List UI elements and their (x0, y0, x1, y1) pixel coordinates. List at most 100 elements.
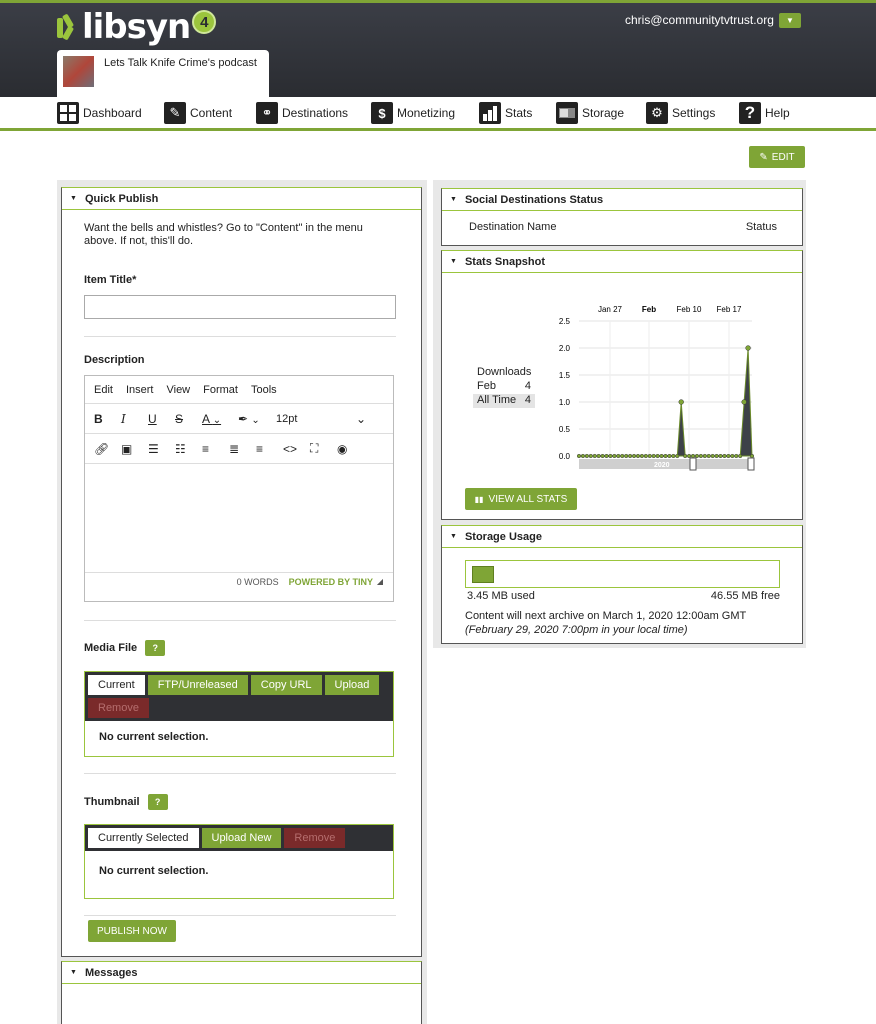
data-point[interactable] (675, 453, 680, 459)
media-tab-ftp-unreleased[interactable]: FTP/Unreleased (147, 675, 248, 695)
font-size-chevron-down-icon[interactable]: ⌄ (356, 412, 383, 426)
nav-settings[interactable]: ⚙ Settings (646, 102, 715, 124)
data-point[interactable] (749, 453, 755, 459)
data-point[interactable] (702, 453, 707, 459)
align-right-icon[interactable]: ≡ (256, 442, 283, 456)
thumb-tab-upload-new[interactable]: Upload New (201, 828, 282, 848)
nav-storage[interactable]: Storage (556, 102, 624, 124)
media-tab-copy-url[interactable]: Copy URL (250, 675, 322, 695)
libsyn-logo[interactable]: libsyn 4 (57, 9, 217, 45)
align-left-icon[interactable]: ≡ (202, 442, 229, 456)
data-point[interactable] (667, 453, 672, 459)
downloads-chart[interactable]: 2.5 2.0 1.5 1.0 0.5 0.0 Jan 27 Feb Feb 10 Feb 17… (552, 299, 762, 474)
data-point[interactable] (620, 453, 625, 459)
highlight-color-icon[interactable]: ✒ ⌄ (238, 412, 276, 426)
navigator-right-handle[interactable] (747, 457, 755, 471)
nav-content[interactable]: ✎ Content (164, 102, 232, 124)
data-point[interactable] (741, 399, 747, 405)
user-email[interactable]: chris@communitytvtrust.org (625, 13, 774, 27)
data-point[interactable] (722, 453, 727, 459)
data-point[interactable] (635, 453, 641, 459)
data-point[interactable] (651, 453, 656, 459)
text-color-icon[interactable]: A ⌄ (202, 412, 238, 426)
data-point[interactable] (683, 453, 688, 459)
data-point[interactable] (710, 453, 715, 459)
media-tab-current[interactable]: Current (88, 675, 145, 695)
italic-icon[interactable]: I (121, 412, 148, 426)
data-point[interactable] (659, 453, 664, 459)
media-help-button[interactable]: ? (145, 640, 166, 656)
menu-view[interactable]: View (166, 384, 190, 396)
data-point[interactable] (694, 453, 700, 459)
underline-icon[interactable]: U (148, 412, 175, 426)
resize-handle-icon[interactable]: ◢ (377, 577, 383, 586)
menu-format[interactable]: Format (203, 384, 238, 396)
media-tab-upload[interactable]: Upload (324, 675, 380, 695)
image-icon[interactable]: ▣ (121, 442, 148, 456)
data-point[interactable] (584, 453, 589, 459)
data-point[interactable] (631, 453, 637, 459)
data-point[interactable] (745, 345, 751, 351)
data-point[interactable] (714, 453, 719, 459)
data-point[interactable] (592, 453, 597, 459)
data-point[interactable] (576, 453, 582, 459)
bullet-list-icon[interactable]: ☰ (148, 442, 175, 456)
data-point[interactable] (671, 453, 676, 459)
view-all-stats-button[interactable]: ▮▮ VIEW ALL STATS (465, 488, 577, 510)
quick-publish-header[interactable]: ▼ Quick Publish (62, 188, 421, 210)
data-point[interactable] (726, 453, 731, 459)
data-point[interactable] (647, 453, 652, 459)
messages-header[interactable]: ▼ Messages (62, 962, 421, 984)
data-point[interactable] (690, 453, 696, 459)
editor-content-area[interactable] (85, 464, 393, 572)
data-point[interactable] (706, 453, 711, 459)
data-point[interactable] (698, 453, 703, 459)
strikethrough-icon[interactable]: S (175, 412, 202, 426)
data-point[interactable] (655, 453, 660, 459)
bold-icon[interactable]: B (94, 412, 121, 426)
data-point[interactable] (612, 453, 617, 459)
fullscreen-icon[interactable]: ⛶ (310, 441, 337, 456)
data-point[interactable] (639, 453, 644, 459)
source-code-icon[interactable]: <> (283, 442, 310, 456)
stats-snapshot-header[interactable]: ▼ Stats Snapshot (442, 251, 802, 273)
menu-insert[interactable]: Insert (126, 384, 154, 396)
thumbnail-help-button[interactable]: ? (147, 794, 168, 810)
nav-destinations[interactable]: ⚭ Destinations (256, 102, 348, 124)
data-point[interactable] (588, 453, 593, 459)
data-point[interactable] (604, 453, 609, 459)
thumb-remove-button[interactable]: Remove (284, 828, 346, 848)
numbered-list-icon[interactable]: ☷ (175, 442, 202, 456)
data-point[interactable] (663, 453, 668, 459)
link-icon[interactable]: 🔗︎ (94, 442, 121, 456)
nav-monetizing[interactable]: $ Monetizing (371, 102, 455, 124)
edit-button[interactable]: ✎ EDIT (749, 146, 805, 168)
data-point[interactable] (608, 453, 613, 459)
storage-usage-header[interactable]: ▼ Storage Usage (442, 526, 802, 548)
data-point[interactable] (687, 453, 692, 459)
menu-tools[interactable]: Tools (251, 384, 277, 396)
media-remove-button[interactable]: Remove (88, 698, 149, 718)
data-point[interactable] (624, 453, 629, 459)
data-point[interactable] (738, 453, 743, 459)
navigator-left-handle[interactable] (689, 457, 697, 471)
data-point[interactable] (643, 453, 648, 459)
data-point[interactable] (616, 453, 621, 459)
data-point[interactable] (730, 453, 735, 459)
nav-stats[interactable]: Stats (479, 102, 532, 124)
powered-by-tiny-link[interactable]: POWERED BY TINY (289, 577, 373, 587)
data-point[interactable] (678, 399, 684, 405)
thumb-tab-currently-selected[interactable]: Currently Selected (88, 828, 199, 848)
nav-help[interactable]: ? Help (739, 102, 790, 124)
data-point[interactable] (596, 453, 601, 459)
data-point[interactable] (600, 453, 605, 459)
data-point[interactable] (580, 453, 585, 459)
preview-eye-icon[interactable]: ◉ (337, 442, 364, 456)
publish-now-button[interactable]: PUBLISH NOW (88, 920, 176, 942)
user-menu-caret-icon[interactable]: ▼ (779, 13, 801, 28)
font-size-select[interactable]: 12pt (276, 413, 356, 425)
podcast-selector[interactable]: Lets Talk Knife Crime's podcast (57, 50, 269, 100)
nav-dashboard[interactable]: Dashboard (57, 102, 142, 124)
social-destinations-header[interactable]: ▼ Social Destinations Status (442, 189, 802, 211)
align-center-icon[interactable]: ≣ (229, 442, 256, 456)
